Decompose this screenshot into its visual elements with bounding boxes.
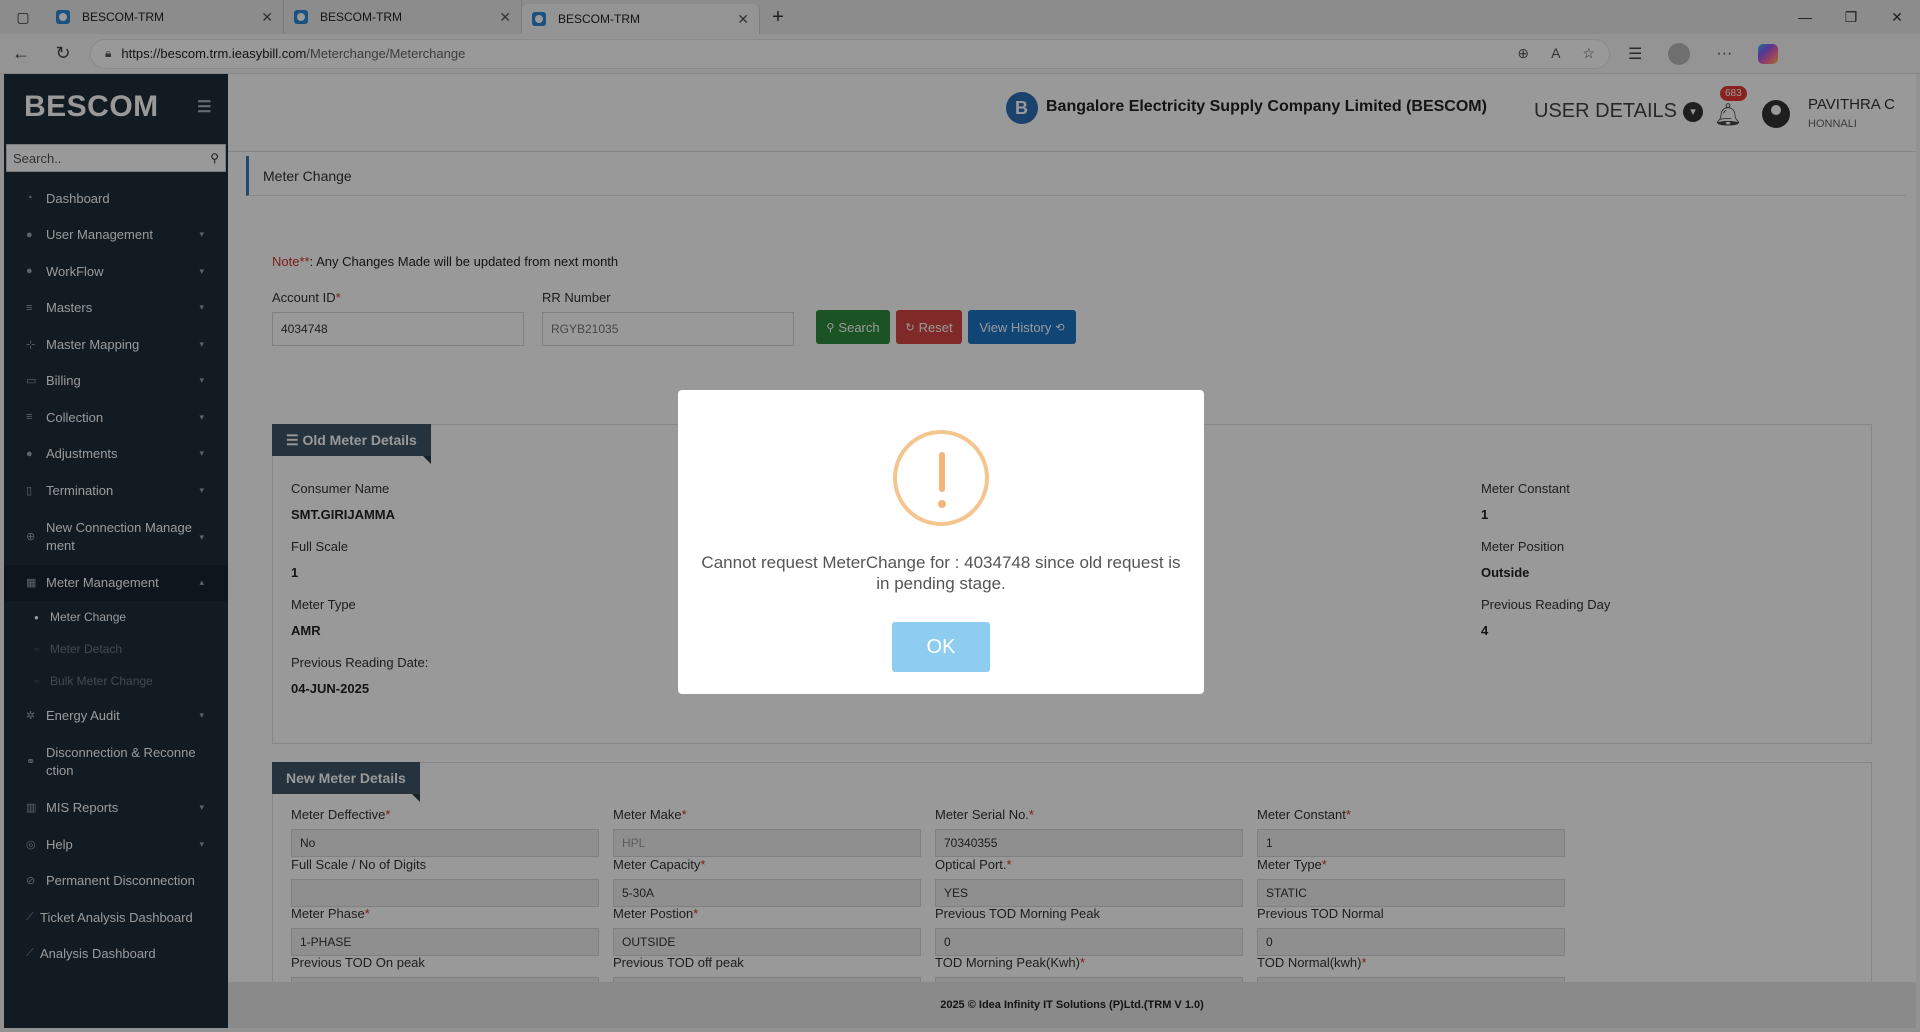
alert-dialog: Cannot request MeterChange for : 4034748… xyxy=(678,390,1204,694)
warning-icon xyxy=(893,430,989,526)
ok-button[interactable]: OK xyxy=(892,622,990,672)
modal-overlay[interactable]: Cannot request MeterChange for : 4034748… xyxy=(0,0,1920,1032)
alert-message: Cannot request MeterChange for : 4034748… xyxy=(701,553,1181,593)
